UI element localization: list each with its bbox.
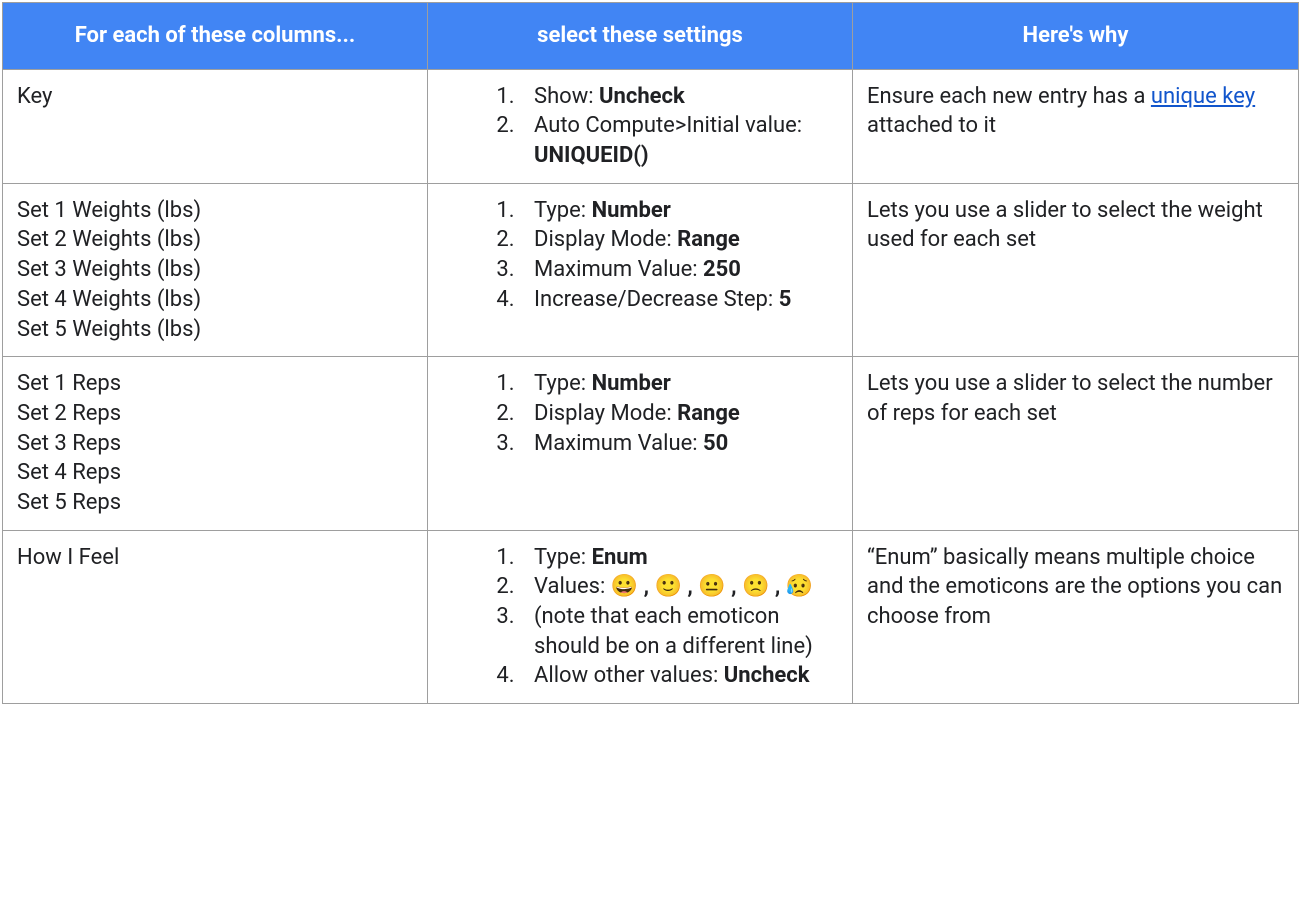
setting-value: Uncheck (724, 663, 810, 688)
setting-value: Number (592, 198, 671, 223)
setting-label: Display Mode: (534, 401, 677, 426)
columns-cell: Set 1 RepsSet 2 RepsSet 3 RepsSet 4 Reps… (3, 357, 428, 530)
settings-cell: Type: EnumValues: 😀 , 🙂 , 😐 , 🙁 , 😥(note… (428, 530, 853, 703)
column-name: Set 2 Weights (lbs) (17, 225, 413, 255)
setting-label: Increase/Decrease Step: (534, 287, 779, 312)
column-name: How I Feel (17, 543, 413, 573)
settings-list: Type: NumberDisplay Mode: RangeMaximum V… (442, 196, 838, 315)
settings-cell: Show: UncheckAuto Compute>Initial value:… (428, 69, 853, 183)
settings-item: Type: Number (520, 369, 838, 399)
column-name: Set 3 Reps (17, 429, 413, 459)
header-columns: For each of these columns... (3, 3, 428, 70)
settings-item: Maximum Value: 50 (520, 429, 838, 459)
column-name: Set 4 Reps (17, 458, 413, 488)
settings-table: For each of these columns... select thes… (2, 2, 1299, 704)
setting-value: 5 (779, 287, 792, 312)
setting-label: Show: (534, 84, 599, 109)
setting-value: Number (592, 371, 671, 396)
column-name: Set 2 Reps (17, 399, 413, 429)
settings-item: Maximum Value: 250 (520, 255, 838, 285)
setting-value: Enum (592, 545, 648, 570)
setting-label: Values: (534, 574, 611, 599)
settings-list: Type: NumberDisplay Mode: RangeMaximum V… (442, 369, 838, 458)
header-row: For each of these columns... select thes… (3, 3, 1299, 70)
column-name: Set 4 Weights (lbs) (17, 285, 413, 315)
setting-label: Type: (534, 545, 592, 570)
setting-label: Type: (534, 198, 592, 223)
setting-value: Range (677, 401, 740, 426)
column-name: Set 5 Weights (lbs) (17, 315, 413, 345)
settings-item: Show: Uncheck (520, 82, 838, 112)
table-row: Set 1 Weights (lbs)Set 2 Weights (lbs)Se… (3, 183, 1299, 356)
setting-value: UNIQUEID() (534, 143, 649, 168)
why-text: Lets you use a slider to select the weig… (867, 198, 1263, 253)
settings-item: Values: 😀 , 🙂 , 😐 , 🙁 , 😥 (520, 572, 838, 602)
setting-label: Maximum Value: (534, 257, 703, 282)
column-name: Set 5 Reps (17, 488, 413, 518)
setting-label: Allow other values: (534, 663, 724, 688)
setting-value: 50 (703, 431, 728, 456)
settings-list: Show: UncheckAuto Compute>Initial value:… (442, 82, 838, 171)
columns-cell: Key (3, 69, 428, 183)
setting-value: Range (677, 227, 740, 252)
table-row: KeyShow: UncheckAuto Compute>Initial val… (3, 69, 1299, 183)
column-name: Key (17, 82, 413, 112)
table-row: Set 1 RepsSet 2 RepsSet 3 RepsSet 4 Reps… (3, 357, 1299, 530)
why-text: “Enum” basically means multiple choice a… (867, 545, 1282, 629)
why-cell: Lets you use a slider to select the weig… (853, 183, 1299, 356)
settings-item: Allow other values: Uncheck (520, 661, 838, 691)
settings-item: Type: Number (520, 196, 838, 226)
setting-label: Maximum Value: (534, 431, 703, 456)
header-settings: select these settings (428, 3, 853, 70)
setting-label: (note that each emoticon should be on a … (534, 604, 813, 659)
settings-cell: Type: NumberDisplay Mode: RangeMaximum V… (428, 357, 853, 530)
column-name: Set 3 Weights (lbs) (17, 255, 413, 285)
settings-cell: Type: NumberDisplay Mode: RangeMaximum V… (428, 183, 853, 356)
why-cell: Lets you use a slider to select the numb… (853, 357, 1299, 530)
table-row: How I FeelType: EnumValues: 😀 , 🙂 , 😐 , … (3, 530, 1299, 703)
columns-cell: How I Feel (3, 530, 428, 703)
setting-label: Display Mode: (534, 227, 677, 252)
column-name: Set 1 Reps (17, 369, 413, 399)
header-why: Here's why (853, 3, 1299, 70)
why-text: Ensure each new entry has a (867, 84, 1151, 109)
setting-value: Uncheck (599, 84, 685, 109)
why-cell: “Enum” basically means multiple choice a… (853, 530, 1299, 703)
why-text: Lets you use a slider to select the numb… (867, 371, 1273, 426)
setting-value: 250 (703, 257, 741, 282)
settings-item: Auto Compute>Initial value: UNIQUEID() (520, 111, 838, 170)
column-name: Set 1 Weights (lbs) (17, 196, 413, 226)
settings-list: Type: EnumValues: 😀 , 🙂 , 😐 , 🙁 , 😥(note… (442, 543, 838, 691)
settings-item: (note that each emoticon should be on a … (520, 602, 838, 661)
settings-item: Display Mode: Range (520, 225, 838, 255)
setting-label: Type: (534, 371, 592, 396)
setting-label: Auto Compute>Initial value: (534, 113, 802, 138)
why-text: attached to it (867, 113, 996, 138)
why-link[interactable]: unique key (1151, 84, 1255, 109)
columns-cell: Set 1 Weights (lbs)Set 2 Weights (lbs)Se… (3, 183, 428, 356)
settings-item: Display Mode: Range (520, 399, 838, 429)
settings-item: Increase/Decrease Step: 5 (520, 285, 838, 315)
why-cell: Ensure each new entry has a unique key a… (853, 69, 1299, 183)
settings-item: Type: Enum (520, 543, 838, 573)
setting-value: 😀 , 🙂 , 😐 , 🙁 , 😥 (611, 574, 813, 599)
